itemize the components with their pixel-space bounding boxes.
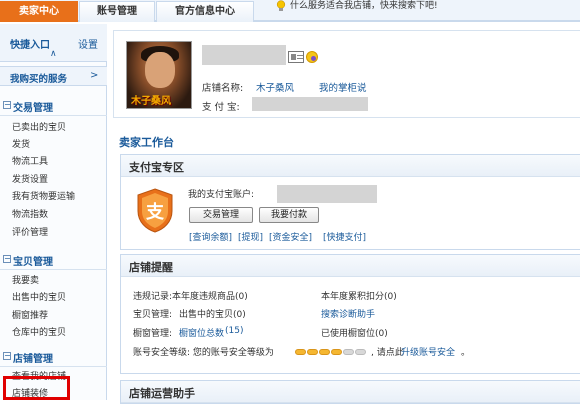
sidebar: 快捷入口 设置 ∧ 我购买的服务 > − 交易管理 已卖出的宝贝 发货 物流工具… [0, 24, 107, 400]
upgrade-security-link[interactable]: 升级账号安全 [401, 345, 455, 358]
withdraw-link[interactable]: [提现] [238, 230, 263, 243]
quick-entry-settings-link[interactable]: 设置 [78, 36, 98, 51]
tab-official-info[interactable]: 官方信息中心 [156, 1, 254, 22]
redacted-alipay-account [252, 97, 368, 111]
panel-title: 店铺提醒 [129, 261, 173, 274]
security-suffix: , 请点此 [371, 348, 404, 358]
security-level-segment [295, 349, 306, 355]
section-title: 宝贝管理 [13, 257, 53, 268]
items-management-label: 宝贝管理: [133, 310, 173, 320]
section-item-management[interactable]: − 宝贝管理 [0, 250, 107, 270]
security-level-segment [319, 349, 330, 355]
tab-seller-center[interactable]: 卖家中心 [0, 1, 78, 22]
sidebar-item-sold[interactable]: 已卖出的宝贝 [12, 120, 66, 133]
check-balance-link[interactable]: [查询余额] [189, 230, 232, 243]
panel-title: 店铺运营助手 [129, 387, 195, 400]
shop-name-label: 店铺名称: [202, 83, 244, 94]
security-level-segment [343, 349, 354, 355]
items-on-sale: 出售中的宝贝(0) [179, 310, 246, 320]
security-level-segment [331, 349, 342, 355]
lightbulb-icon [276, 0, 286, 11]
sidebar-item-ship[interactable]: 发货 [12, 137, 30, 150]
avatar-signature: 木子桑风 [131, 96, 171, 107]
divider [0, 269, 107, 270]
svg-text:支: 支 [145, 201, 165, 223]
profile-card: 木子桑风 店铺名称: 木子桑风 我的掌柜说 支 付 宝: [113, 30, 580, 118]
section-trade-management[interactable]: − 交易管理 [0, 96, 107, 116]
avatar[interactable]: 木子桑风 [126, 41, 192, 109]
alipay-shield-icon: 支 [137, 188, 173, 233]
trade-management-button[interactable]: 交易管理 [189, 207, 253, 223]
security-end: 。 [461, 348, 471, 358]
sidebar-item-on-sale[interactable]: 出售中的宝贝 [12, 290, 66, 303]
chevron-right-icon: > [90, 70, 99, 81]
security-level-segment [307, 349, 318, 355]
highlight-box [3, 376, 70, 400]
violation-record: 违规记录:本年度违规商品(0) [133, 292, 248, 302]
bought-services-label: 我购买的服务 [10, 74, 68, 85]
sidebar-item-ship-settings[interactable]: 发货设置 [12, 172, 48, 185]
shop-name-link[interactable]: 木子桑风 [256, 80, 294, 94]
alipay-zone-panel: 支付宝专区 支 我的支付宝账户: 交易管理 我要付款 [查询余额] [提现] [… [120, 154, 580, 250]
redacted-username [202, 45, 286, 65]
sidebar-item-freight[interactable]: 我有货物要运输 [12, 189, 75, 202]
quick-entry-header: 快捷入口 设置 ∧ [0, 24, 107, 62]
pay-button[interactable]: 我要付款 [259, 207, 319, 223]
window-total-link[interactable]: 橱窗位总数 [179, 326, 224, 339]
main-content: 木子桑风 店铺名称: 木子桑风 我的掌柜说 支 付 宝: 卖家工作台 支付宝专区… [113, 30, 580, 404]
shop-reminder-panel: 店铺提醒 违规记录:本年度违规商品(0) 本年度累积扣分(0) 宝贝管理: 出售… [120, 254, 580, 374]
workbench-title: 卖家工作台 [119, 136, 174, 149]
panel-header: 支付宝专区 [121, 155, 580, 177]
search-diagnose-link[interactable]: 搜索诊断助手 [321, 307, 375, 320]
collapse-icon[interactable]: − [3, 101, 11, 109]
section-shop-management[interactable]: − 店铺管理 [0, 347, 107, 367]
divider [0, 115, 107, 116]
sidebar-item-logistics-tools[interactable]: 物流工具 [12, 154, 48, 167]
shop-operations-panel: 店铺运营助手 [120, 380, 580, 404]
window-used: 已使用橱窗位(0) [321, 329, 388, 339]
sidebar-item-warehouse[interactable]: 仓库中的宝贝 [12, 325, 66, 338]
sidebar-item-logistics-index[interactable]: 物流指数 [12, 207, 48, 220]
window-total-count: (15) [225, 326, 244, 336]
security-level-meter [295, 348, 367, 356]
sidebar-item-sell[interactable]: 我要卖 [12, 273, 39, 286]
panel-title: 支付宝专区 [129, 161, 184, 174]
medal-icon[interactable] [306, 51, 318, 63]
divider [0, 366, 107, 367]
redacted-alipay-id [277, 185, 377, 203]
top-tab-bar: 卖家中心 账号管理 官方信息中心 什么服务适合我店铺，快来搜索下吧! [0, 0, 580, 22]
security-level-label: 账号安全等级: 您的账号安全等级为 [133, 348, 274, 358]
collapse-icon[interactable]: − [3, 255, 11, 263]
panel-header: 店铺提醒 [121, 255, 580, 277]
yearly-points: 本年度累积扣分(0) [321, 292, 397, 302]
tab-account-management[interactable]: 账号管理 [79, 1, 155, 22]
sidebar-item-reviews[interactable]: 评价管理 [12, 225, 48, 238]
bought-services-item[interactable]: 我购买的服务 > [0, 66, 107, 86]
fund-security-link[interactable]: [资金安全] [269, 230, 312, 243]
chevron-up-icon[interactable]: ∧ [50, 49, 57, 59]
quick-entry-title: 快捷入口 [10, 40, 50, 51]
alipay-account-label: 我的支付宝账户: [188, 190, 255, 200]
id-card-icon[interactable] [288, 51, 304, 63]
sidebar-item-window[interactable]: 橱窗推荐 [12, 308, 48, 321]
alipay-label: 支 付 宝: [202, 102, 240, 113]
my-counter-link[interactable]: 我的掌柜说 [319, 80, 367, 94]
service-search-tip[interactable]: 什么服务适合我店铺，快来搜索下吧! [290, 0, 438, 14]
quick-pay-link[interactable]: [快捷支付] [323, 230, 366, 243]
security-level-segment [355, 349, 366, 355]
section-title: 店铺管理 [13, 354, 53, 365]
avatar-face [145, 52, 175, 88]
window-management-label: 橱窗管理: [133, 329, 173, 339]
section-title: 交易管理 [13, 103, 53, 114]
collapse-icon[interactable]: − [3, 352, 11, 360]
